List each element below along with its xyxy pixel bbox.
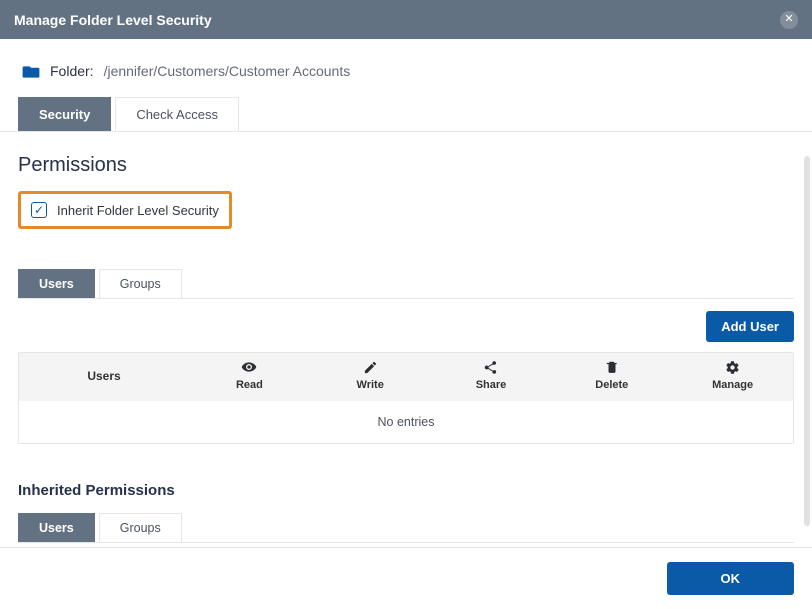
trash-icon	[555, 359, 668, 375]
inherited-subtabs-divider	[18, 542, 794, 543]
column-manage: Manage	[672, 353, 793, 400]
folder-icon	[22, 63, 40, 79]
permissions-table: Users Read Write Sha	[18, 352, 794, 443]
column-share: Share	[431, 353, 552, 400]
add-user-row: Add User	[18, 311, 794, 342]
no-entries-row: No entries	[19, 401, 793, 443]
inherited-subtabs: Users Groups	[18, 513, 794, 542]
tab-check-access[interactable]: Check Access	[115, 97, 239, 131]
modal-header: Manage Folder Level Security ✕	[0, 0, 812, 39]
main-tabs: Security Check Access	[0, 97, 812, 131]
check-icon: ✓	[34, 204, 44, 216]
tab-security[interactable]: Security	[18, 97, 111, 131]
close-icon: ✕	[784, 14, 793, 25]
share-icon	[435, 359, 548, 375]
scrollbar[interactable]	[804, 156, 810, 526]
subtabs-divider	[18, 298, 794, 299]
inherited-subtab-users[interactable]: Users	[18, 513, 95, 542]
permissions-table-header: Users Read Write Sha	[19, 353, 793, 400]
inherit-highlight-box: ✓ Inherit Folder Level Security	[18, 191, 232, 229]
column-users: Users	[19, 353, 189, 400]
modal-footer: OK	[0, 547, 812, 609]
inherited-permissions-heading: Inherited Permissions	[18, 482, 794, 499]
column-write: Write	[310, 353, 431, 400]
column-read: Read	[189, 353, 310, 400]
subtab-groups[interactable]: Groups	[99, 269, 182, 298]
ok-button[interactable]: OK	[667, 562, 795, 595]
eye-icon	[193, 359, 306, 375]
pencil-icon	[314, 359, 427, 375]
inherited-subtab-groups[interactable]: Groups	[99, 513, 182, 542]
inherit-checkbox[interactable]: ✓	[31, 202, 47, 218]
folder-path-row: Folder: /jennifer/Customers/Customer Acc…	[0, 39, 812, 97]
inherit-checkbox-label: Inherit Folder Level Security	[57, 203, 219, 218]
modal-title: Manage Folder Level Security	[14, 12, 212, 28]
folder-path: /jennifer/Customers/Customer Accounts	[104, 63, 351, 79]
add-user-button[interactable]: Add User	[706, 311, 794, 342]
permissions-heading: Permissions	[18, 154, 794, 177]
folder-label: Folder:	[50, 63, 94, 79]
column-delete: Delete	[551, 353, 672, 400]
subtab-users[interactable]: Users	[18, 269, 95, 298]
close-button[interactable]: ✕	[780, 11, 798, 29]
permissions-subtabs: Users Groups	[18, 269, 794, 298]
gear-icon	[676, 359, 789, 375]
security-tabpanel: Permissions ✓ Inherit Folder Level Secur…	[0, 131, 812, 547]
modal-content: Folder: /jennifer/Customers/Customer Acc…	[0, 39, 812, 547]
